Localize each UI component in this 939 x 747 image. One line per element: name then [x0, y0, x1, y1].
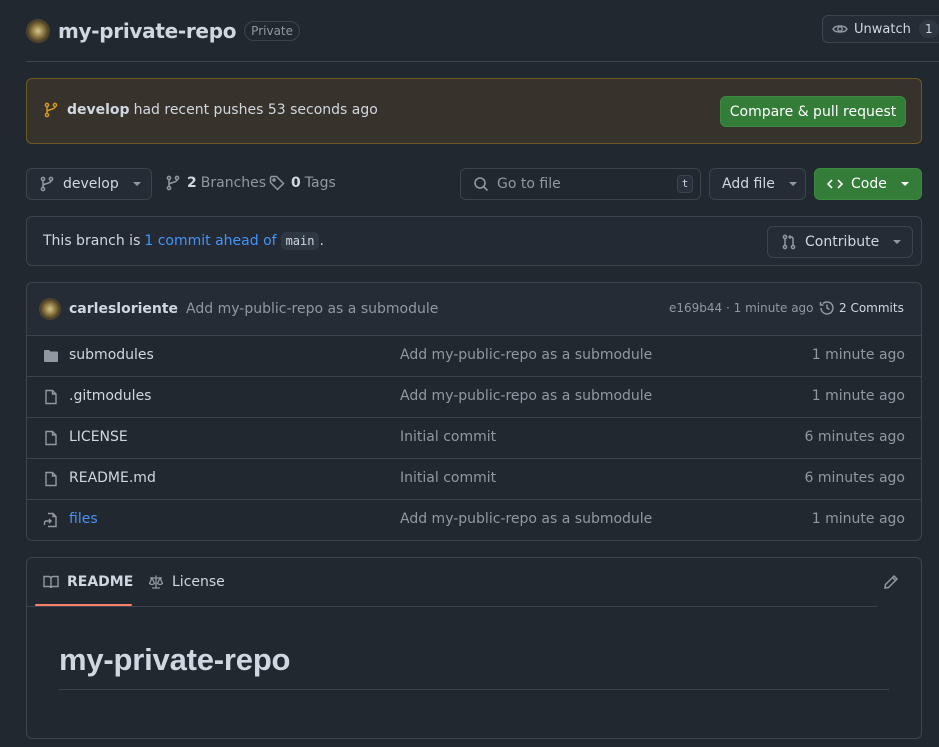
file-name[interactable]: README.md: [69, 470, 156, 486]
book-icon: [43, 574, 59, 590]
tags-count: 0: [291, 175, 301, 191]
status-suffix: .: [319, 233, 324, 249]
file-commit-time: 6 minutes ago: [804, 470, 905, 486]
branches-count: 2: [187, 175, 197, 191]
pencil-icon[interactable]: [883, 574, 899, 590]
contribute-button[interactable]: Contribute: [767, 226, 913, 258]
push-message: develop had recent pushes 53 seconds ago: [43, 102, 378, 118]
current-branch-label: develop: [63, 176, 119, 192]
push-description: had recent pushes 53 seconds ago: [133, 102, 378, 118]
file-name[interactable]: submodules: [69, 347, 154, 363]
active-tab-indicator: [35, 604, 132, 606]
status-prefix: This branch is: [43, 233, 141, 249]
code-icon: [827, 176, 843, 192]
owner-avatar[interactable]: [26, 19, 50, 43]
file-commit-message[interactable]: Add my-public-repo as a submodule: [400, 388, 652, 404]
chevron-down-icon: [132, 182, 141, 186]
tab-license-label: License: [172, 574, 225, 590]
branch-status-box: This branch is 1 commit ahead of main . …: [26, 216, 922, 266]
commits-count-label: 2 Commits: [839, 301, 904, 315]
folder-icon: [43, 348, 59, 364]
file-commit-time: 6 minutes ago: [804, 429, 905, 445]
file-row[interactable]: files Add my-public-repo as a submodule …: [27, 500, 921, 540]
file-name[interactable]: LICENSE: [69, 429, 128, 445]
tab-readme-label: README: [67, 574, 134, 590]
chevron-down-icon: [893, 240, 902, 244]
base-branch-chip: main: [280, 232, 320, 250]
readme-panel: README License my-private-repo: [26, 557, 922, 739]
file-name[interactable]: files: [69, 511, 98, 527]
file-row[interactable]: LICENSE Initial commit 6 minutes ago: [27, 418, 921, 459]
file-commit-time: 1 minute ago: [811, 388, 905, 404]
commits-history-link[interactable]: 2 Commits: [819, 300, 904, 316]
code-button[interactable]: Code: [814, 168, 922, 200]
branch-status-text: This branch is 1 commit ahead of main .: [43, 232, 324, 250]
file-row[interactable]: submodules Add my-public-repo as a submo…: [27, 336, 921, 377]
git-branch-icon: [39, 176, 55, 192]
add-file-button[interactable]: Add file: [709, 168, 806, 200]
file-name[interactable]: .gitmodules: [69, 388, 151, 404]
commits-ahead-link[interactable]: 1 commit ahead of: [144, 233, 276, 249]
search-icon: [473, 176, 489, 192]
pushed-branch-name[interactable]: develop: [67, 102, 130, 118]
branch-selector[interactable]: develop: [26, 168, 152, 200]
file-commit-message[interactable]: Initial commit: [400, 470, 496, 486]
file-icon: [43, 389, 59, 405]
file-commit-message[interactable]: Add my-public-repo as a submodule: [400, 347, 652, 363]
file-icon: [43, 430, 59, 446]
code-label: Code: [851, 176, 887, 192]
latest-commit-header: carlesloriente Add my-public-repo as a s…: [27, 283, 921, 336]
keyboard-shortcut-hint: t: [677, 175, 693, 193]
file-symlink-icon: [43, 512, 59, 528]
law-icon: [148, 574, 164, 590]
heading-divider: [59, 689, 889, 690]
file-commit-message[interactable]: Initial commit: [400, 429, 496, 445]
watch-count: 1: [918, 20, 939, 38]
header-divider: [26, 61, 939, 62]
tab-readme[interactable]: README: [43, 574, 133, 590]
add-file-label: Add file: [722, 176, 775, 192]
file-commit-message[interactable]: Add my-public-repo as a submodule: [400, 511, 652, 527]
tags-link[interactable]: 0 Tags: [269, 175, 336, 191]
repo-header: my-private-repo Private: [26, 17, 301, 45]
file-commit-time: 1 minute ago: [811, 511, 905, 527]
go-to-file-input[interactable]: Go to file t: [460, 168, 701, 200]
file-row[interactable]: README.md Initial commit 6 minutes ago: [27, 459, 921, 500]
compare-pull-request-button[interactable]: Compare & pull request: [720, 96, 906, 127]
repo-name[interactable]: my-private-repo: [58, 19, 236, 43]
chevron-down-icon: [900, 182, 909, 186]
readme-heading: my-private-repo: [59, 642, 291, 677]
file-commit-time: 1 minute ago: [811, 347, 905, 363]
visibility-badge: Private: [244, 21, 301, 41]
unwatch-label: Unwatch: [854, 21, 911, 37]
readme-tabs: README License: [27, 558, 877, 607]
file-row[interactable]: .gitmodules Add my-public-repo as a subm…: [27, 377, 921, 418]
tab-license[interactable]: License: [148, 574, 225, 590]
eye-icon: [832, 21, 848, 37]
commit-author-avatar[interactable]: [39, 298, 61, 320]
file-icon: [43, 471, 59, 487]
git-branch-icon: [43, 102, 59, 118]
chevron-down-icon: [788, 182, 797, 186]
file-table: carlesloriente Add my-public-repo as a s…: [26, 282, 922, 541]
git-branch-icon: [165, 175, 181, 191]
history-icon: [819, 300, 835, 316]
commit-hash-time[interactable]: e169b44 · 1 minute ago: [669, 301, 814, 315]
unwatch-button[interactable]: Unwatch 1: [822, 15, 939, 43]
branches-link[interactable]: 2 Branches: [165, 175, 266, 191]
tag-icon: [269, 175, 285, 191]
tags-label: Tags: [304, 175, 336, 191]
branches-label: Branches: [200, 175, 267, 191]
recent-push-banner: develop had recent pushes 53 seconds ago…: [26, 78, 922, 144]
commit-author[interactable]: carlesloriente: [69, 301, 178, 317]
contribute-label: Contribute: [805, 234, 880, 250]
git-pull-request-icon: [781, 234, 797, 250]
search-placeholder: Go to file: [497, 176, 561, 192]
commit-message[interactable]: Add my-public-repo as a submodule: [186, 301, 438, 317]
